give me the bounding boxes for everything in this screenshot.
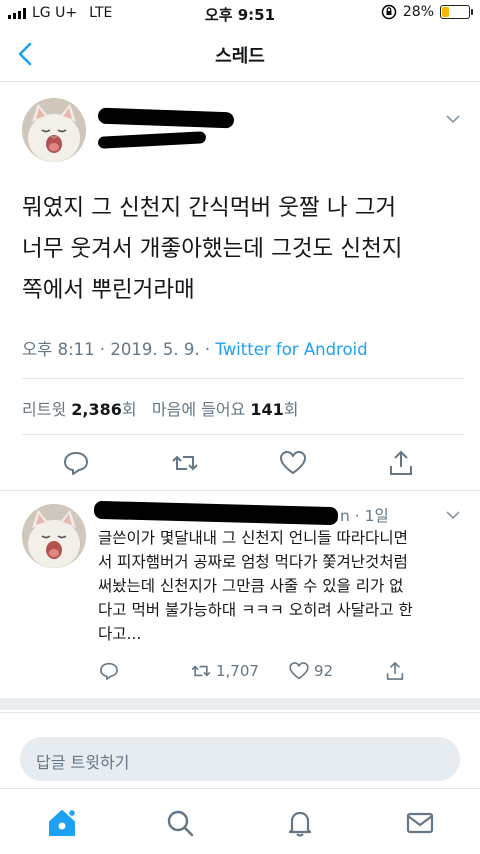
reply-reply-button[interactable] [98, 660, 120, 682]
tweet-text: 뭐였지 그 신천지 간식먹버 웃짤 나 그거 너무 웃겨서 개좋아했는데 그것도… [22, 195, 403, 303]
retweet-icon[interactable] [170, 448, 200, 478]
tweet-time: 오후 8:11 · 2019. 5. 9. · [22, 340, 216, 359]
redacted-display-name [97, 107, 235, 129]
chevron-down-icon[interactable] [446, 114, 460, 124]
reply-text: 글쓴이가 몇달내내 그 신천지 언니들 따라다니면 서 피자햄버거 공짜로 엄청… [98, 529, 413, 643]
redacted-username [97, 131, 207, 149]
section-separator [0, 698, 480, 710]
reply-compose-input[interactable]: 답글 트윗하기 [20, 737, 460, 781]
reply-retweet-button[interactable]: 1,707 [190, 660, 259, 682]
likes-stat[interactable]: 마음에 들어요 141회 [152, 400, 299, 419]
avatar[interactable] [22, 504, 86, 568]
reply-icon [100, 662, 118, 680]
reply-like-button[interactable]: 92 [288, 660, 333, 682]
divider [22, 434, 464, 435]
reply-icon[interactable] [61, 448, 91, 478]
nav-bar: 스레드 [0, 28, 480, 82]
like-heart-icon[interactable] [278, 448, 308, 478]
reply-like-count: 92 [314, 662, 334, 680]
tweet-actions [0, 448, 480, 488]
reply-timestamp: n · 1일 [340, 507, 389, 525]
battery-fill [442, 7, 450, 17]
retweet-icon [191, 665, 211, 677]
share-icon [386, 661, 404, 680]
tweet-stats: 리트윗 2,386회 마음에 들어요 141회 [22, 396, 299, 420]
retweets-stat[interactable]: 리트윗 2,386회 [22, 400, 137, 419]
home-icon[interactable] [46, 807, 78, 839]
redacted-reply-author [93, 500, 339, 526]
divider [22, 378, 464, 379]
battery-percent: 28% [402, 4, 434, 20]
rotation-lock-icon [381, 4, 397, 20]
status-bar: LG U+ LTE 오후 9:51 28% [0, 0, 480, 28]
tweet-source-link[interactable]: Twitter for Android [215, 340, 367, 359]
reply-actions: 1,707 92 [98, 660, 418, 684]
messages-envelope-icon[interactable] [404, 807, 436, 839]
share-icon[interactable] [386, 448, 416, 478]
tweet-timestamp: 오후 8:11 · 2019. 5. 9. · Twitter for Andr… [22, 336, 368, 360]
like-heart-icon [289, 662, 309, 680]
search-icon[interactable] [164, 807, 196, 839]
page-title: 스레드 [215, 46, 265, 67]
cat-avatar-image [22, 504, 86, 568]
battery-icon [440, 5, 473, 19]
divider [0, 490, 480, 491]
chevron-down-icon[interactable] [446, 510, 460, 520]
reply-share-button[interactable] [384, 660, 406, 682]
bottom-tab-bar [0, 788, 480, 854]
notifications-bell-icon[interactable] [284, 807, 316, 839]
avatar[interactable] [22, 98, 86, 162]
cat-avatar-image [22, 98, 86, 162]
reply-retweet-count: 1,707 [216, 662, 259, 680]
compose-bar: 답글 트윗하기 [0, 712, 480, 788]
status-right: 28% [381, 4, 473, 20]
